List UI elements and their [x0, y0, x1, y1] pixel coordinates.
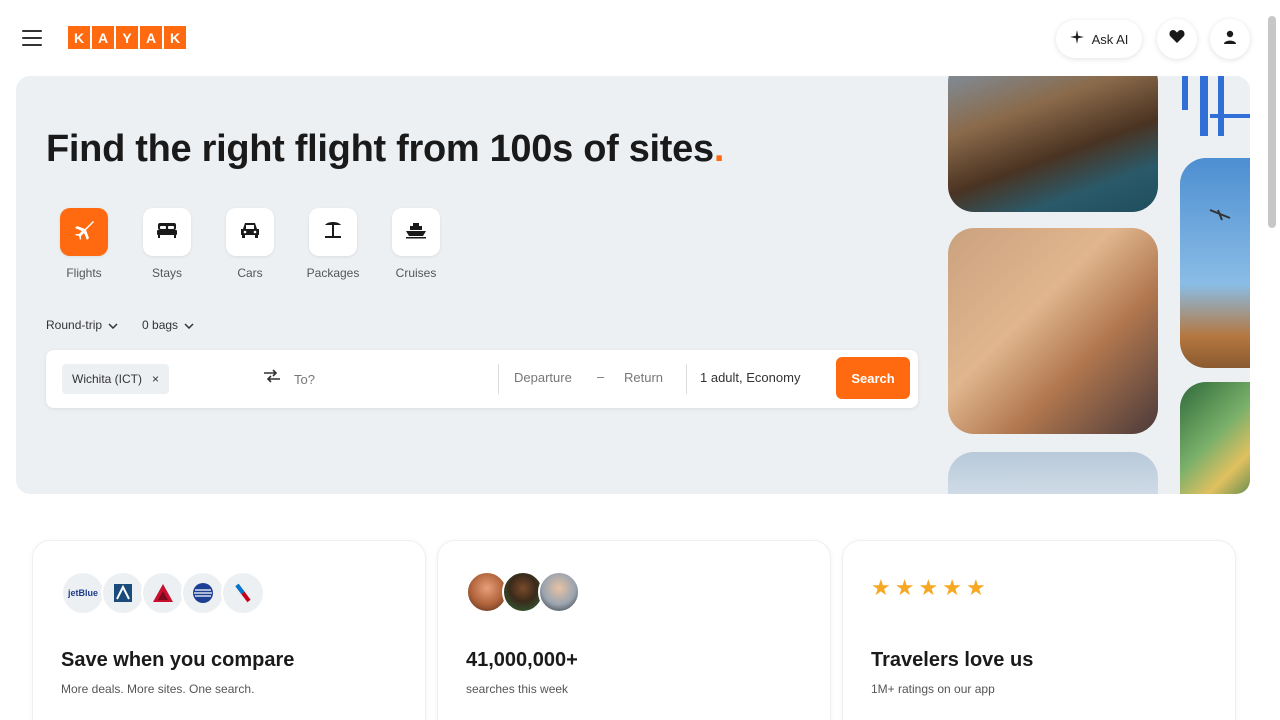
- united-logo: [181, 571, 225, 615]
- airplane-wing-photo: [948, 76, 1158, 212]
- hero-title-dot: .: [713, 128, 725, 170]
- card-title: 41,000,000+: [466, 649, 578, 671]
- tab-packages[interactable]: Packages: [306, 208, 360, 280]
- tab-label: Cars: [237, 266, 263, 280]
- bags-label: 0 bags: [142, 318, 179, 332]
- star-icon: ★: [965, 575, 986, 600]
- compare-card: jetBlue Save when you compare More deals…: [32, 540, 426, 720]
- tab-label: Flights: [66, 266, 102, 280]
- ask-ai-label: Ask AI: [1091, 31, 1129, 47]
- rating-stars: ★ ★ ★ ★ ★: [871, 577, 986, 599]
- searches-card: 41,000,000+ searches this week: [437, 540, 831, 720]
- airline-logos: jetBlue: [61, 571, 265, 615]
- favorites-button[interactable]: [1157, 19, 1197, 59]
- star-icon: ★: [918, 575, 939, 600]
- vertical-tabs: Flights Stays Cars Packages Cruises: [60, 208, 440, 280]
- tab-cruises[interactable]: Cruises: [392, 208, 440, 280]
- stays-tab-box: [143, 208, 191, 256]
- building-photo: [1180, 76, 1250, 136]
- chevron-down-icon: [184, 318, 194, 332]
- departure-date-field[interactable]: Departure: [514, 370, 572, 385]
- ask-ai-button[interactable]: Ask AI: [1056, 20, 1142, 58]
- heart-icon: [1169, 29, 1185, 49]
- logo-letter: A: [140, 26, 162, 49]
- tab-label: Stays: [151, 266, 182, 280]
- hero-section: Find the right flight from 100s of sites…: [16, 76, 1250, 494]
- american-airlines-logo: [221, 571, 265, 615]
- flight-search-form: Wichita (ICT) × Departure – Return 1 adu…: [46, 350, 918, 408]
- sparkle-icon: [1069, 30, 1084, 48]
- card-subtitle: 1M+ ratings on our app: [871, 682, 995, 696]
- trip-type-label: Round-trip: [46, 318, 103, 332]
- travelers-cabin-field[interactable]: 1 adult, Economy: [700, 370, 800, 385]
- divider: [498, 364, 499, 394]
- hero-title: Find the right flight from 100s of sites…: [46, 128, 724, 171]
- top-header: K A Y A K Ask AI: [0, 0, 1280, 76]
- palm-tree-photo: [1180, 382, 1250, 494]
- card-subtitle: searches this week: [466, 682, 569, 696]
- tab-stays[interactable]: Stays: [143, 208, 191, 280]
- return-date-field[interactable]: Return: [624, 370, 663, 385]
- star-icon: ★: [942, 575, 962, 600]
- trip-type-dropdown[interactable]: Round-trip: [46, 318, 118, 332]
- card-title: Save when you compare: [61, 649, 295, 671]
- alaska-airlines-logo: [101, 571, 145, 615]
- cruises-tab-box: [392, 208, 440, 256]
- bags-dropdown[interactable]: 0 bags: [142, 318, 194, 332]
- ship-icon: [405, 221, 427, 244]
- remove-origin-button[interactable]: ×: [152, 372, 159, 386]
- bed-icon: [156, 221, 178, 244]
- page-scrollbar[interactable]: [1268, 16, 1276, 228]
- date-separator: –: [597, 369, 605, 384]
- plane-in-sky-photo: [1180, 158, 1250, 368]
- reviews-card: ★ ★ ★ ★ ★ Travelers love us 1M+ ratings …: [842, 540, 1236, 720]
- logo-letter: K: [164, 26, 186, 49]
- flights-tab-box: [60, 208, 108, 256]
- star-icon: ★: [871, 575, 891, 600]
- tab-flights[interactable]: Flights: [60, 208, 108, 280]
- cars-tab-box: [226, 208, 274, 256]
- hero-title-text: Find the right flight from 100s of sites: [46, 128, 714, 170]
- kayak-logo[interactable]: K A Y A K: [68, 26, 186, 49]
- beach-umbrella-icon: [322, 220, 344, 245]
- divider: [686, 364, 687, 394]
- plane-icon: [73, 219, 95, 246]
- card-title: Travelers love us: [871, 649, 1034, 671]
- chevron-down-icon: [108, 318, 118, 332]
- delta-logo: [141, 571, 185, 615]
- tab-label: Packages: [306, 266, 360, 280]
- tab-label: Cruises: [395, 266, 437, 280]
- trip-options: Round-trip 0 bags: [46, 318, 194, 332]
- logo-letter: Y: [116, 26, 138, 49]
- sky-photo: [948, 452, 1158, 494]
- account-button[interactable]: [1210, 19, 1250, 59]
- origin-label: Wichita (ICT): [72, 372, 142, 386]
- swap-icon[interactable]: [262, 368, 282, 389]
- destination-input[interactable]: [294, 364, 484, 394]
- star-icon: ★: [894, 575, 915, 600]
- avatar: [538, 571, 580, 613]
- menu-icon[interactable]: [22, 30, 42, 46]
- card-subtitle: More deals. More sites. One search.: [61, 682, 255, 696]
- traveler-avatars: [466, 571, 580, 613]
- logo-letter: A: [92, 26, 114, 49]
- packages-tab-box: [309, 208, 357, 256]
- search-button[interactable]: Search: [836, 357, 910, 399]
- jetblue-logo: jetBlue: [61, 571, 105, 615]
- user-icon: [1223, 30, 1237, 49]
- tab-cars[interactable]: Cars: [226, 208, 274, 280]
- logo-letter: K: [68, 26, 90, 49]
- child-window-photo: [948, 228, 1158, 434]
- car-icon: [239, 221, 261, 244]
- origin-chip[interactable]: Wichita (ICT) ×: [62, 364, 170, 394]
